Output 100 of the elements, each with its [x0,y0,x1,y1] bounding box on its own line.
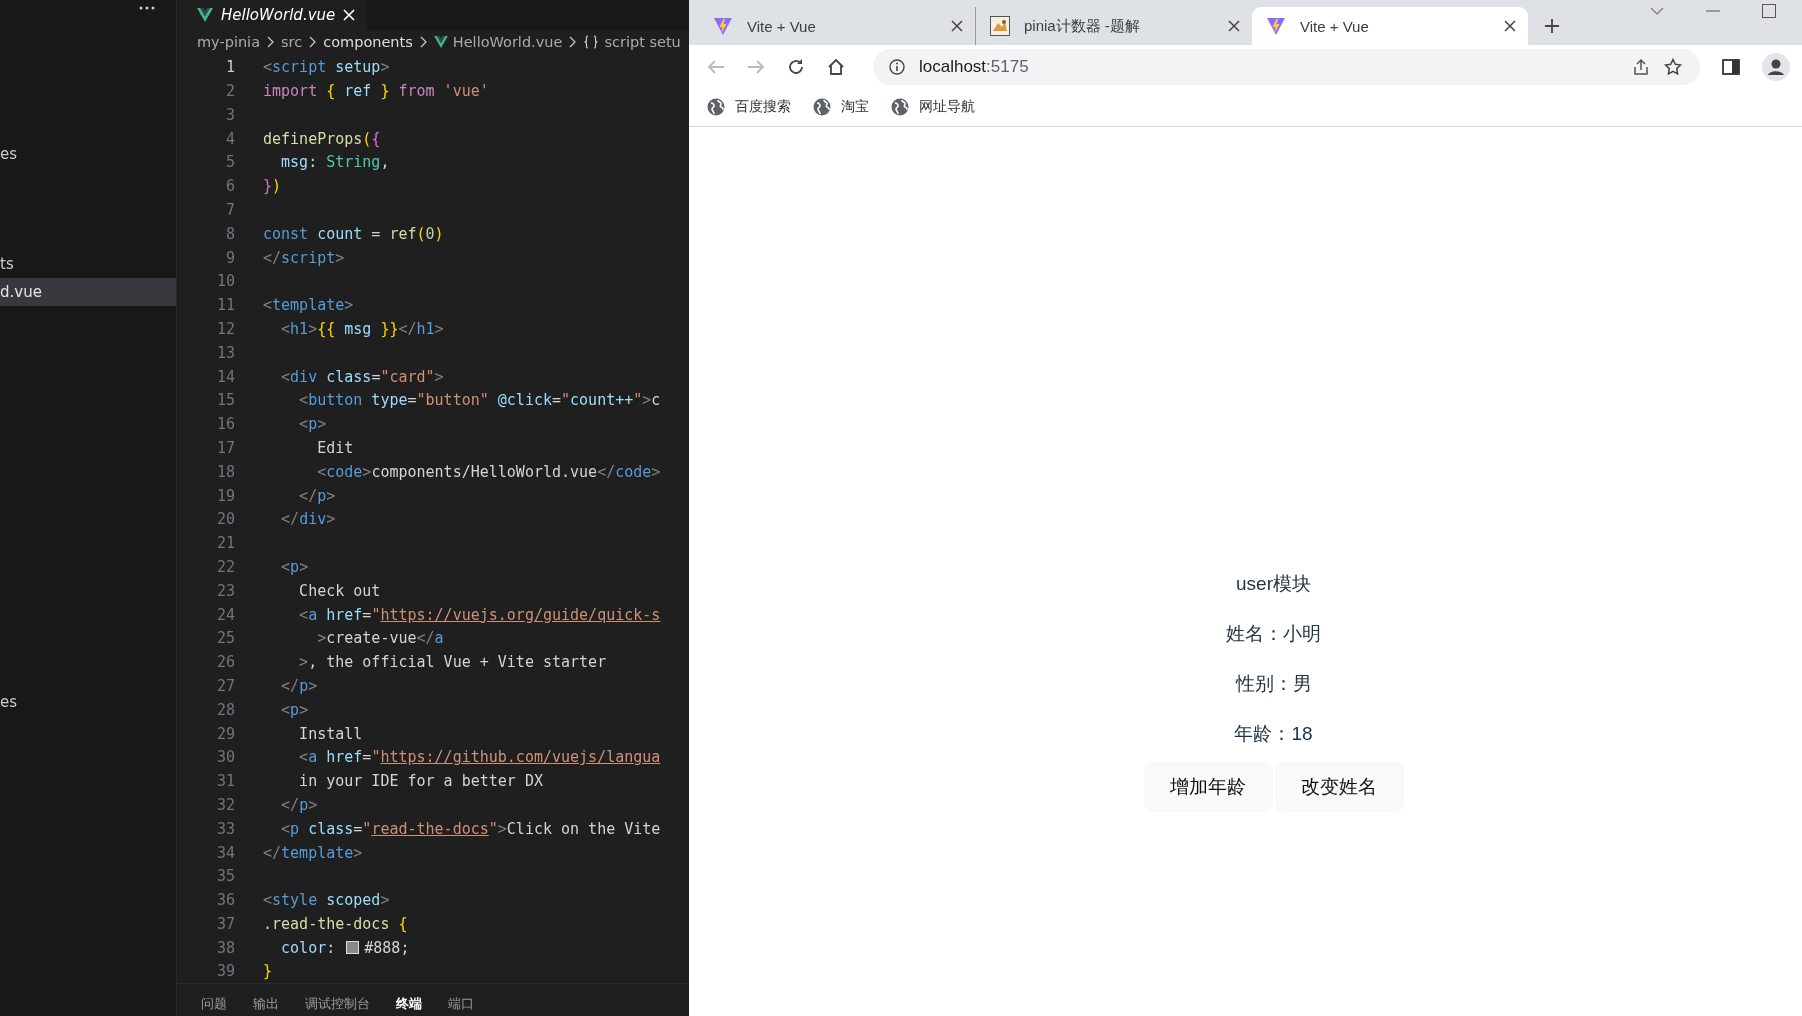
chevron-right-icon [569,36,577,49]
info-text: 姓名：小明 [1226,622,1321,646]
line-number: 4 [224,129,235,148]
line-number: 27 [215,676,235,695]
line-number: 8 [224,224,235,243]
code-line: >create-vue</a [316,629,444,648]
globe-icon [707,98,725,116]
line-number: 15 [215,391,235,410]
action-button[interactable]: 改变姓名 [1274,761,1404,812]
code-line: }) [263,177,282,196]
code-line: Install [298,724,363,743]
code-line: </p> [280,676,318,695]
browser-tab[interactable]: Vite + Vue [1252,7,1528,45]
code-line: Edit [316,438,354,457]
code-line: .read-the-docs { [263,914,408,933]
reload-icon[interactable] [787,57,805,76]
file-tree-item[interactable]: es [0,688,176,716]
share-icon[interactable] [1632,57,1650,76]
close-icon[interactable] [1504,20,1516,32]
editor-tab[interactable]: HelloWorld.vue [177,0,368,30]
bookmark[interactable]: 淘宝 [813,98,869,116]
chevron-down-icon[interactable] [1650,7,1664,15]
code-line: <p> [280,700,309,719]
file-tree-item[interactable]: d.vue [0,278,176,306]
code-line: <p> [298,415,327,434]
line-number: 39 [215,962,235,981]
breadcrumb[interactable]: my-pinia [197,34,261,51]
line-number: 11 [215,296,235,315]
code-line: <a href="https://github.com/vuejs/langua [298,748,661,767]
chevron-right-icon [267,36,275,49]
line-number: 25 [215,629,235,648]
code-line: in your IDE for a better DX [298,772,543,791]
code-line: <code>components/HelloWorld.vue</code> [316,462,661,481]
line-number: 7 [224,201,235,219]
breadcrumb[interactable]: components [323,34,413,51]
image-icon [990,16,1010,36]
chevron-right-icon [309,36,317,49]
action-button[interactable]: 增加年龄 [1143,761,1273,812]
code-line: </p> [298,486,336,505]
line-number: 32 [215,795,235,814]
code-line: <h1>{{ msg }}</h1> [280,319,444,338]
panel-tab[interactable]: 端口 [448,995,474,1016]
line-number: 5 [224,153,235,172]
home-icon[interactable] [827,57,845,76]
new-tab-icon[interactable] [1544,18,1560,34]
code-line: </template> [263,843,363,862]
globe-icon [813,98,831,116]
line-number: 28 [215,700,235,719]
maximize-icon[interactable] [1762,4,1776,18]
more-icon[interactable] [139,6,155,10]
line-number: 3 [224,105,235,124]
panel-tab[interactable]: 输出 [253,995,279,1016]
line-number: 13 [215,343,235,362]
line-number: 19 [215,486,235,505]
line-number: 35 [215,867,235,886]
file-tree-item[interactable]: ts [0,250,176,278]
browser-tab[interactable]: pinia计数器 -题解 [975,7,1252,45]
line-number: 36 [215,891,235,910]
profile-icon[interactable] [1762,52,1790,81]
code-line: <div class="card"> [280,367,444,386]
line-number: 1 [224,58,235,77]
code-line: <a href="https://vuejs.org/guide/quick-s [298,605,661,624]
file-tree-item[interactable]: es [0,140,176,168]
tab-title: Vite + Vue [1300,17,1370,35]
panel-tab[interactable]: 问题 [201,995,227,1016]
bookmark[interactable]: 百度搜索 [707,98,791,116]
close-icon[interactable] [1228,20,1240,32]
line-number: 16 [215,415,235,434]
address-bar[interactable]: localhost:5175 [873,48,1700,85]
code-line: </script> [263,248,345,267]
bookmark[interactable]: 网址导航 [891,98,975,116]
line-number: 38 [215,938,235,957]
code-line: <style scoped> [263,891,390,910]
tab-title: Vite + Vue [747,17,817,35]
breadcrumb[interactable]: script setu [604,34,681,51]
breadcrumb[interactable]: HelloWorld.vue [452,34,563,51]
browser-tab[interactable]: Vite + Vue [699,7,975,45]
panel-tab[interactable]: 终端 [396,995,422,1016]
code-line: <button type="button" @click="count++">c [298,391,661,410]
line-number: 26 [215,653,235,672]
star-icon[interactable] [1664,57,1682,76]
braces-icon [583,35,600,50]
line-number: 29 [215,724,235,743]
code-line: <p> [280,557,309,576]
code-line: color: #888; [280,938,410,957]
tab-title: HelloWorld.vue [221,5,336,24]
line-number: 22 [215,557,235,576]
code-line: defineProps({ [263,129,381,148]
tab-title: pinia计数器 -题解 [1024,16,1141,36]
breadcrumb[interactable]: src [281,34,303,51]
globe-icon [891,98,909,116]
info-icon [889,58,905,75]
panel-tab[interactable]: 调试控制台 [305,995,370,1016]
line-number: 6 [224,177,235,196]
chevron-right-icon [419,36,427,49]
close-icon[interactable] [951,20,963,32]
code-line: const count = ref(0) [263,224,444,243]
info-text: 性别：男 [1235,672,1312,696]
side-panel-icon[interactable] [1722,57,1740,76]
vue-logo-icon [197,7,213,22]
